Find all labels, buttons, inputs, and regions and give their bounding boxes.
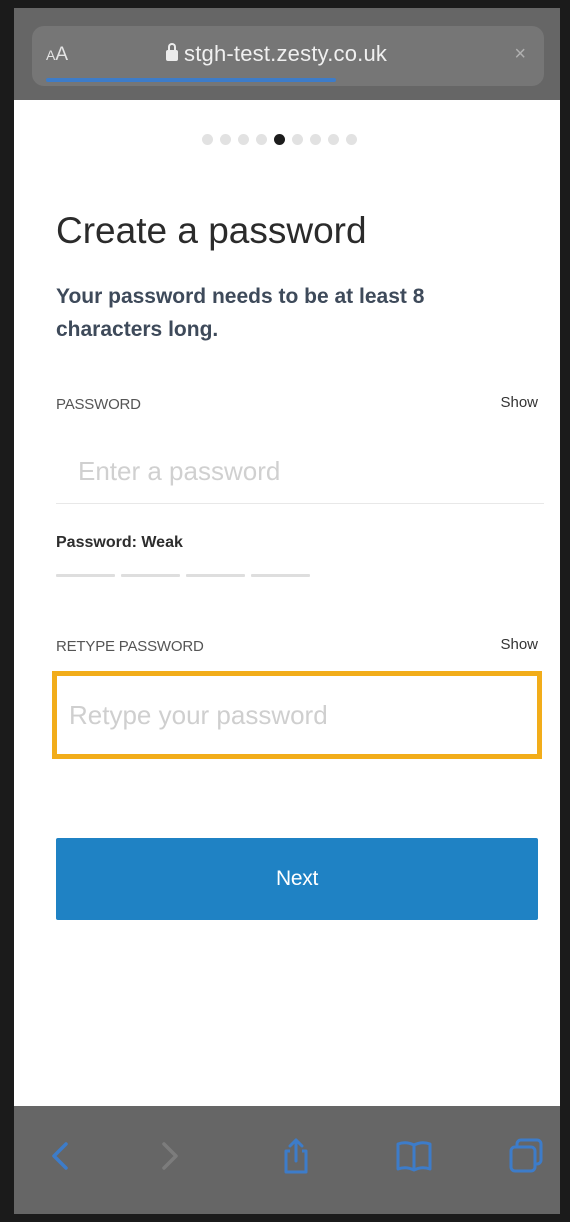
step-indicator: [202, 134, 357, 146]
share-icon[interactable]: [276, 1136, 316, 1176]
show-password-button[interactable]: Show: [500, 394, 538, 411]
page-load-progress: [46, 78, 336, 82]
page-title: Create a password: [56, 210, 367, 251]
password-strength-meter: [56, 574, 310, 577]
password-input[interactable]: [56, 440, 544, 504]
browser-bottom-toolbar: [14, 1106, 560, 1214]
strength-segment: [251, 574, 310, 577]
lock-icon: [166, 43, 178, 61]
step-dot: [328, 134, 339, 145]
back-icon[interactable]: [40, 1136, 80, 1176]
page-subtitle: Your password needs to be at least 8 cha…: [56, 285, 425, 341]
step-dot: [202, 134, 213, 145]
tabs-icon[interactable]: [506, 1136, 546, 1176]
step-dot: [220, 134, 231, 145]
strength-segment: [56, 574, 115, 577]
password-label: PASSWORD: [56, 396, 141, 413]
text-size-button[interactable]: AA: [46, 43, 68, 67]
show-retype-password-button[interactable]: Show: [500, 636, 538, 653]
bookmarks-icon[interactable]: [394, 1136, 434, 1176]
browser-top-bar: AA stgh-test.zesty.co.uk ×: [14, 8, 560, 100]
close-icon[interactable]: ×: [514, 42, 526, 66]
address-bar[interactable]: AA stgh-test.zesty.co.uk ×: [32, 26, 544, 86]
step-dot: [346, 134, 357, 145]
retype-password-label: RETYPE PASSWORD: [56, 638, 204, 655]
retype-password-input[interactable]: [52, 671, 542, 759]
next-button[interactable]: Next: [56, 838, 538, 920]
step-dot: [310, 134, 321, 145]
strength-segment: [121, 574, 180, 577]
step-dot: [256, 134, 267, 145]
forward-icon[interactable]: [150, 1136, 190, 1176]
strength-segment: [186, 574, 245, 577]
device-frame: AA stgh-test.zesty.co.uk × Create a pass…: [0, 0, 570, 1222]
url-text[interactable]: stgh-test.zesty.co.uk: [184, 40, 387, 68]
step-dot: [238, 134, 249, 145]
step-dot-current: [274, 134, 285, 145]
screen: AA stgh-test.zesty.co.uk × Create a pass…: [14, 8, 560, 1214]
step-dot: [292, 134, 303, 145]
password-strength-label: Password: Weak: [56, 534, 183, 551]
